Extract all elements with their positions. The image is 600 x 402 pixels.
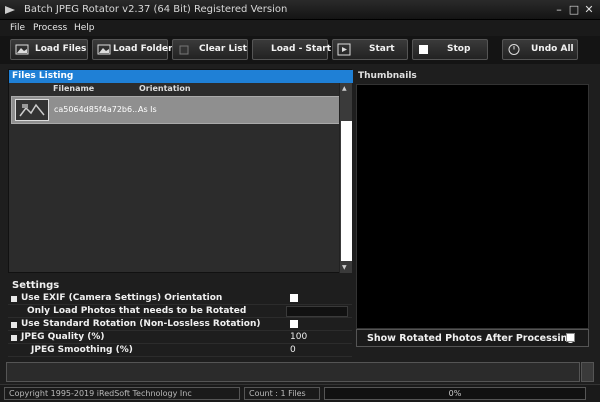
file-orientation: As Is [138, 105, 157, 114]
log-area[interactable] [6, 362, 580, 382]
clear-list-button[interactable]: Clear List [172, 39, 248, 60]
progress-text: 0% [448, 389, 462, 398]
standard-rotation-label: Use Standard Rotation (Non-Lossless Rota… [21, 319, 261, 329]
toolbar: Load Files Load Folders Clear List Load … [0, 36, 600, 64]
menu-file[interactable]: File [10, 23, 25, 33]
show-rotated-option[interactable]: Show Rotated Photos After Processing [356, 329, 589, 347]
file-thumbnail [15, 99, 49, 121]
progress-bar: 0% [324, 387, 586, 400]
minimize-icon[interactable]: – [552, 3, 566, 17]
undo-icon [508, 44, 520, 55]
image-icon [15, 44, 29, 55]
jpeg-quality-value[interactable]: 100 [290, 332, 307, 342]
copyright-text: Copyright 1995-2019 iRedSoft Technology … [4, 387, 240, 400]
only-load-rotated-row: Only Load Photos that needs to be Rotate… [8, 306, 352, 318]
app-icon [5, 6, 15, 14]
table-row[interactable]: ca5064d85f4a72b6... As Is [11, 96, 345, 124]
photo-icon [16, 100, 48, 120]
play-icon [337, 43, 351, 56]
menu-help[interactable]: Help [74, 23, 95, 33]
file-name: ca5064d85f4a72b6... [54, 105, 140, 114]
file-count: Count : 1 Files [244, 387, 320, 400]
only-load-rotated-field[interactable] [286, 306, 348, 317]
maximize-icon[interactable]: □ [567, 3, 581, 17]
bullet-icon [11, 335, 17, 341]
files-listing-panel[interactable]: Files Listing Filename Orientation ca506… [8, 69, 353, 273]
scrollbar-thumb[interactable] [341, 121, 352, 261]
stop-button[interactable]: Stop [412, 39, 488, 60]
load-start-label: Load - Start [271, 44, 332, 54]
window-title: Batch JPEG Rotator v2.37 (64 Bit) Regist… [24, 4, 288, 15]
bullet-icon [11, 322, 17, 328]
load-files-label: Load Files [35, 44, 87, 54]
column-filename[interactable]: Filename [53, 84, 94, 95]
column-orientation[interactable]: Orientation [139, 84, 191, 95]
jpeg-smoothing-label: JPEG Smoothing (%) [31, 345, 133, 355]
clear-list-label: Clear List [199, 44, 247, 54]
scroll-down-icon[interactable]: ▼ [342, 264, 347, 271]
menu-bar: File Process Help [0, 20, 600, 36]
exif-orientation-label: Use EXIF (Camera Settings) Orientation [21, 293, 223, 303]
bullet-icon [11, 296, 17, 302]
jpeg-smoothing-value[interactable]: 0 [290, 345, 296, 355]
settings-heading: Settings [12, 280, 60, 291]
load-files-button[interactable]: Load Files [10, 39, 88, 60]
jpeg-quality-label: JPEG Quality (%) [21, 332, 105, 342]
load-folders-button[interactable]: Load Folders [92, 39, 178, 60]
undo-all-label: Undo All [531, 44, 574, 54]
clear-icon [179, 45, 189, 55]
undo-all-button[interactable]: Undo All [502, 39, 578, 60]
load-folders-label: Load Folders [113, 44, 178, 54]
scroll-up-icon[interactable]: ▲ [342, 85, 347, 92]
exif-orientation-checkbox[interactable] [290, 294, 298, 302]
folder-image-icon [97, 44, 111, 55]
stop-icon [419, 45, 428, 54]
load-start-button[interactable]: Load - Start [252, 39, 332, 60]
start-button[interactable]: Start [332, 39, 408, 60]
jpeg-smoothing-row: JPEG Smoothing (%) 0 [8, 345, 352, 357]
log-scrollbar[interactable] [581, 362, 594, 382]
menu-process[interactable]: Process [33, 23, 67, 33]
title-bar: Batch JPEG Rotator v2.37 (64 Bit) Regist… [0, 0, 600, 20]
standard-rotation-row: Use Standard Rotation (Non-Lossless Rota… [8, 319, 352, 331]
standard-rotation-checkbox[interactable] [290, 320, 298, 328]
jpeg-quality-row: JPEG Quality (%) 100 [8, 332, 352, 344]
stop-label: Stop [447, 44, 471, 54]
status-bar: Copyright 1995-2019 iRedSoft Technology … [0, 384, 600, 402]
close-icon[interactable]: ✕ [582, 3, 596, 17]
files-listing-heading: Files Listing [9, 70, 353, 83]
start-label: Start [369, 44, 395, 54]
show-rotated-checkbox[interactable] [566, 333, 575, 342]
only-load-rotated-label: Only Load Photos that needs to be Rotate… [27, 306, 247, 316]
thumbnails-heading: Thumbnails [358, 71, 417, 81]
files-scrollbar[interactable]: ▲ ▼ [339, 83, 352, 273]
thumbnails-area[interactable] [356, 84, 589, 329]
exif-orientation-row: Use EXIF (Camera Settings) Orientation [8, 293, 352, 305]
show-rotated-label: Show Rotated Photos After Processing [367, 333, 575, 344]
